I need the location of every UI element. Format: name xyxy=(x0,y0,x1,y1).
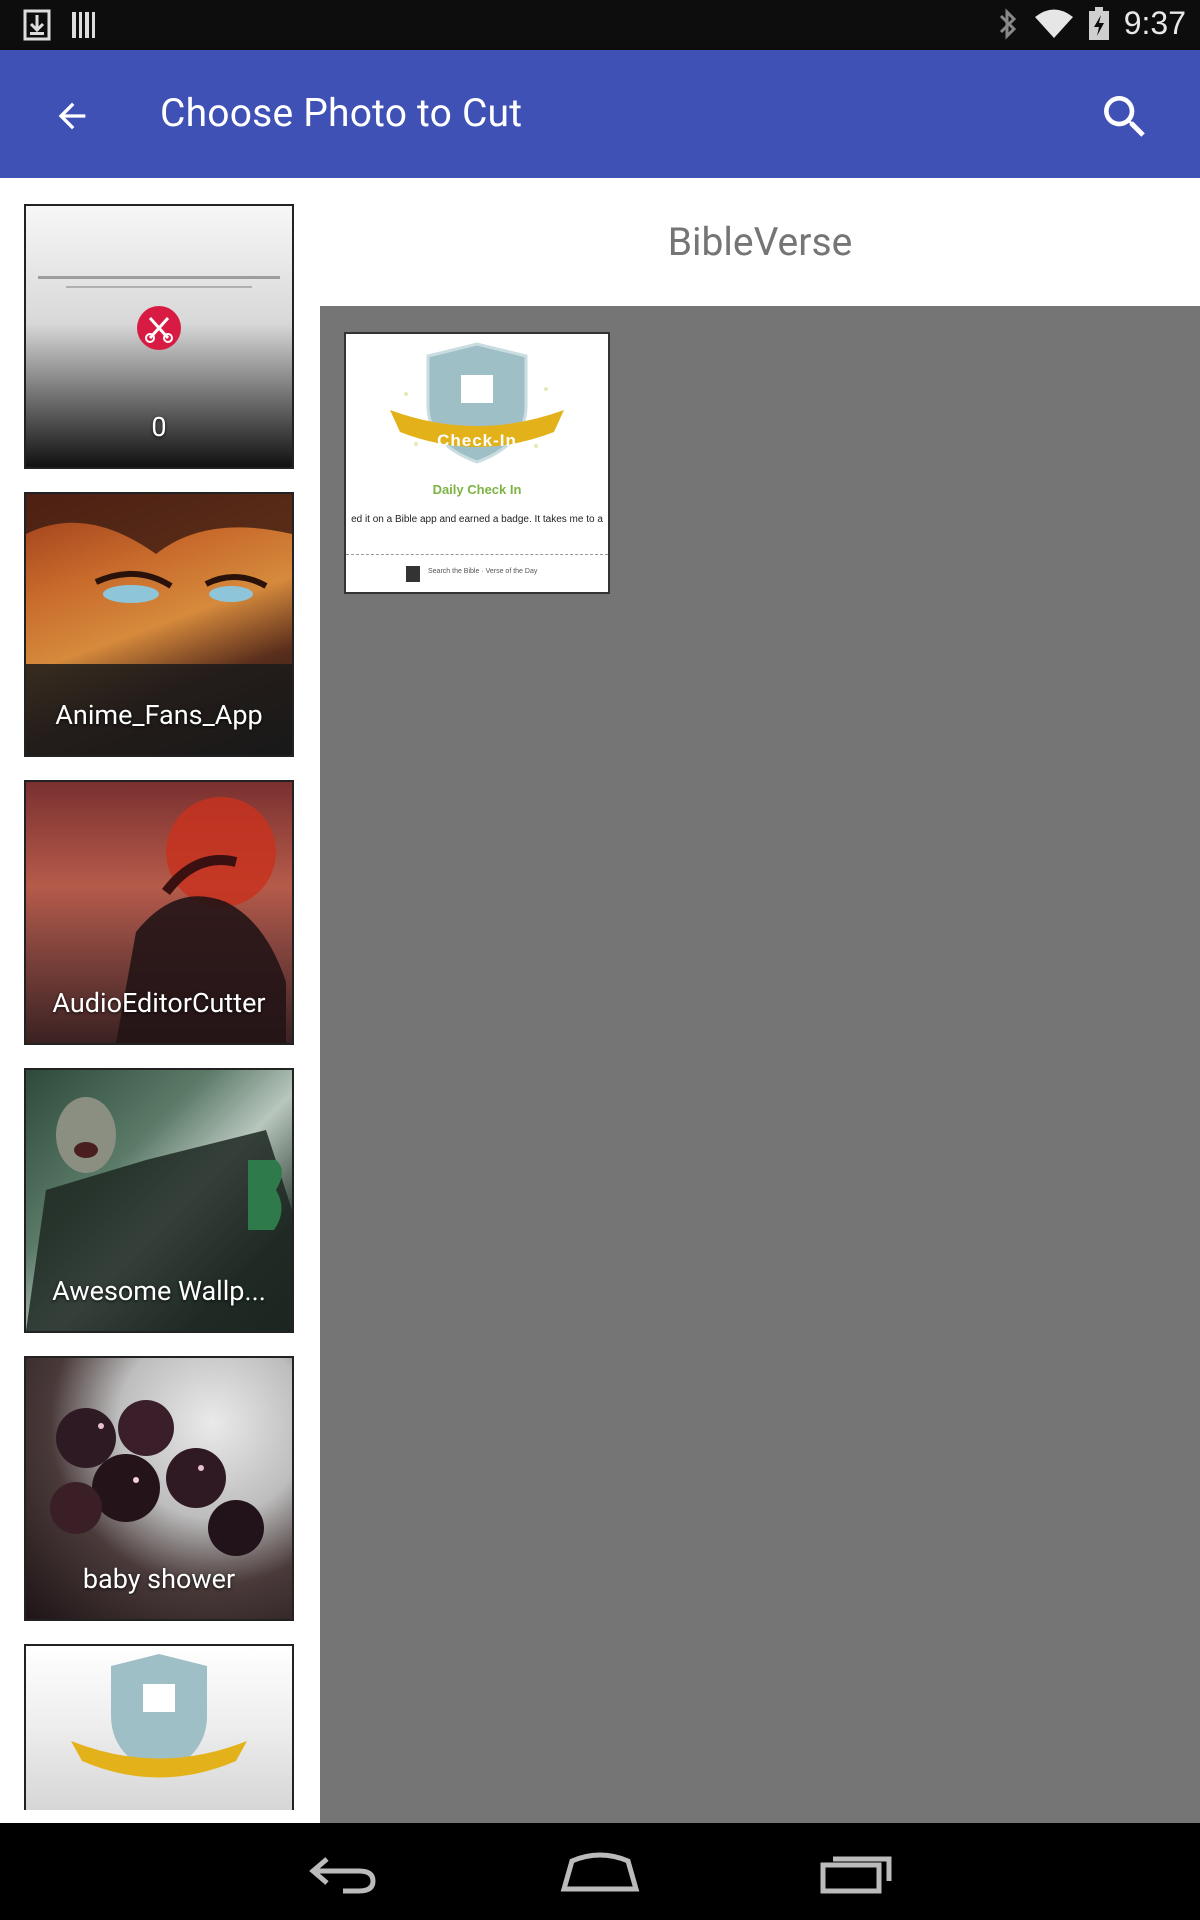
page-title: Choose Photo to Cut xyxy=(160,90,523,136)
nav-home-button[interactable] xyxy=(555,1845,645,1901)
album-sidebar[interactable]: 0 Anime_Fans_App AudioEditorCutter Aweso… xyxy=(0,178,320,1823)
album-item[interactable]: 0 xyxy=(24,204,294,469)
status-bar: 9:37 xyxy=(0,0,1200,50)
album-item[interactable]: baby shower xyxy=(24,1356,294,1621)
photo-body-text: ed it on a Bible app and earned a badge.… xyxy=(351,514,603,525)
download-icon xyxy=(23,9,51,41)
barcode-icon xyxy=(72,12,95,38)
album-item[interactable] xyxy=(24,1644,294,1810)
home-nav-icon xyxy=(560,1852,640,1892)
album-label: 0 xyxy=(151,411,167,443)
nav-recents-button[interactable] xyxy=(812,1845,902,1901)
folder-title: BibleVerse xyxy=(667,219,853,265)
bluetooth-icon xyxy=(999,7,1016,40)
app-bar: Choose Photo to Cut xyxy=(0,50,1200,178)
back-button[interactable] xyxy=(40,84,104,148)
badge-text: Check-In xyxy=(437,431,517,450)
album-thumbnail xyxy=(26,1646,292,1810)
navigation-bar xyxy=(0,1823,1200,1920)
search-button[interactable] xyxy=(1090,82,1160,152)
search-icon xyxy=(1104,96,1145,137)
album-item[interactable]: Anime_Fans_App xyxy=(24,492,294,757)
nav-back-button[interactable] xyxy=(298,1845,388,1901)
wifi-icon xyxy=(1034,9,1073,38)
photo-caption: Daily Check In xyxy=(432,482,522,497)
clock: 9:37 xyxy=(1123,5,1186,41)
album-label: Anime_Fans_App xyxy=(55,699,263,731)
album-item[interactable]: Awesome Wallp... xyxy=(24,1068,294,1333)
divider xyxy=(346,554,608,555)
photo-item[interactable]: Check-In Daily Check In ed it on a Bible… xyxy=(344,332,610,594)
arrow-back-icon xyxy=(58,102,86,130)
battery-icon xyxy=(1088,6,1109,40)
photo-footer-text: Search the Bible · Verse of the Day xyxy=(428,568,538,575)
album-label: Awesome Wallp... xyxy=(52,1275,266,1307)
album-label: AudioEditorCutter xyxy=(52,987,266,1019)
back-nav-icon xyxy=(309,1857,376,1894)
recents-nav-icon xyxy=(820,1856,892,1894)
album-item[interactable]: AudioEditorCutter xyxy=(24,780,294,1045)
photo-grid: Check-In Daily Check In ed it on a Bible… xyxy=(320,306,1200,1823)
album-label: baby shower xyxy=(82,1563,236,1595)
bible-icon xyxy=(406,566,420,582)
